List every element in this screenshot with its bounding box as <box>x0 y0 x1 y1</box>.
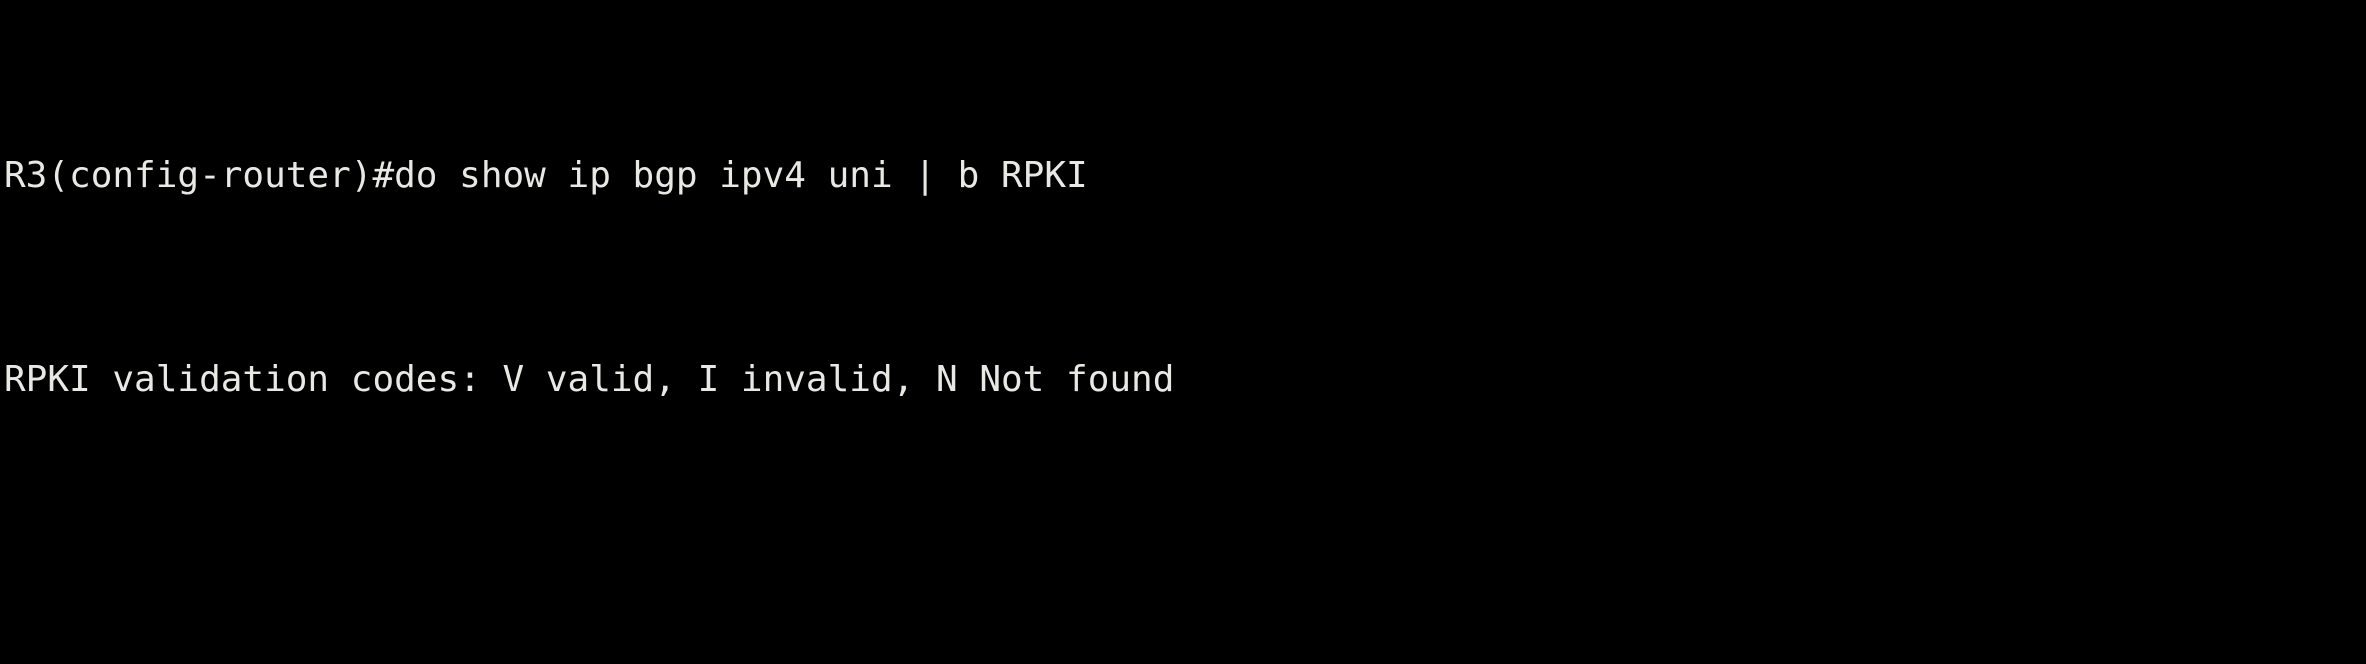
terminal-screen-buffer: R3(config-router)#do show ip bgp ipv4 un… <box>4 0 1673 664</box>
terminal-window[interactable]: R3(config-router)#do show ip bgp ipv4 un… <box>0 0 2366 664</box>
terminal-line-rpki-legend: RPKI validation codes: V valid, I invali… <box>4 359 1175 400</box>
terminal-line-command: R3(config-router)#do show ip bgp ipv4 un… <box>4 155 1088 196</box>
